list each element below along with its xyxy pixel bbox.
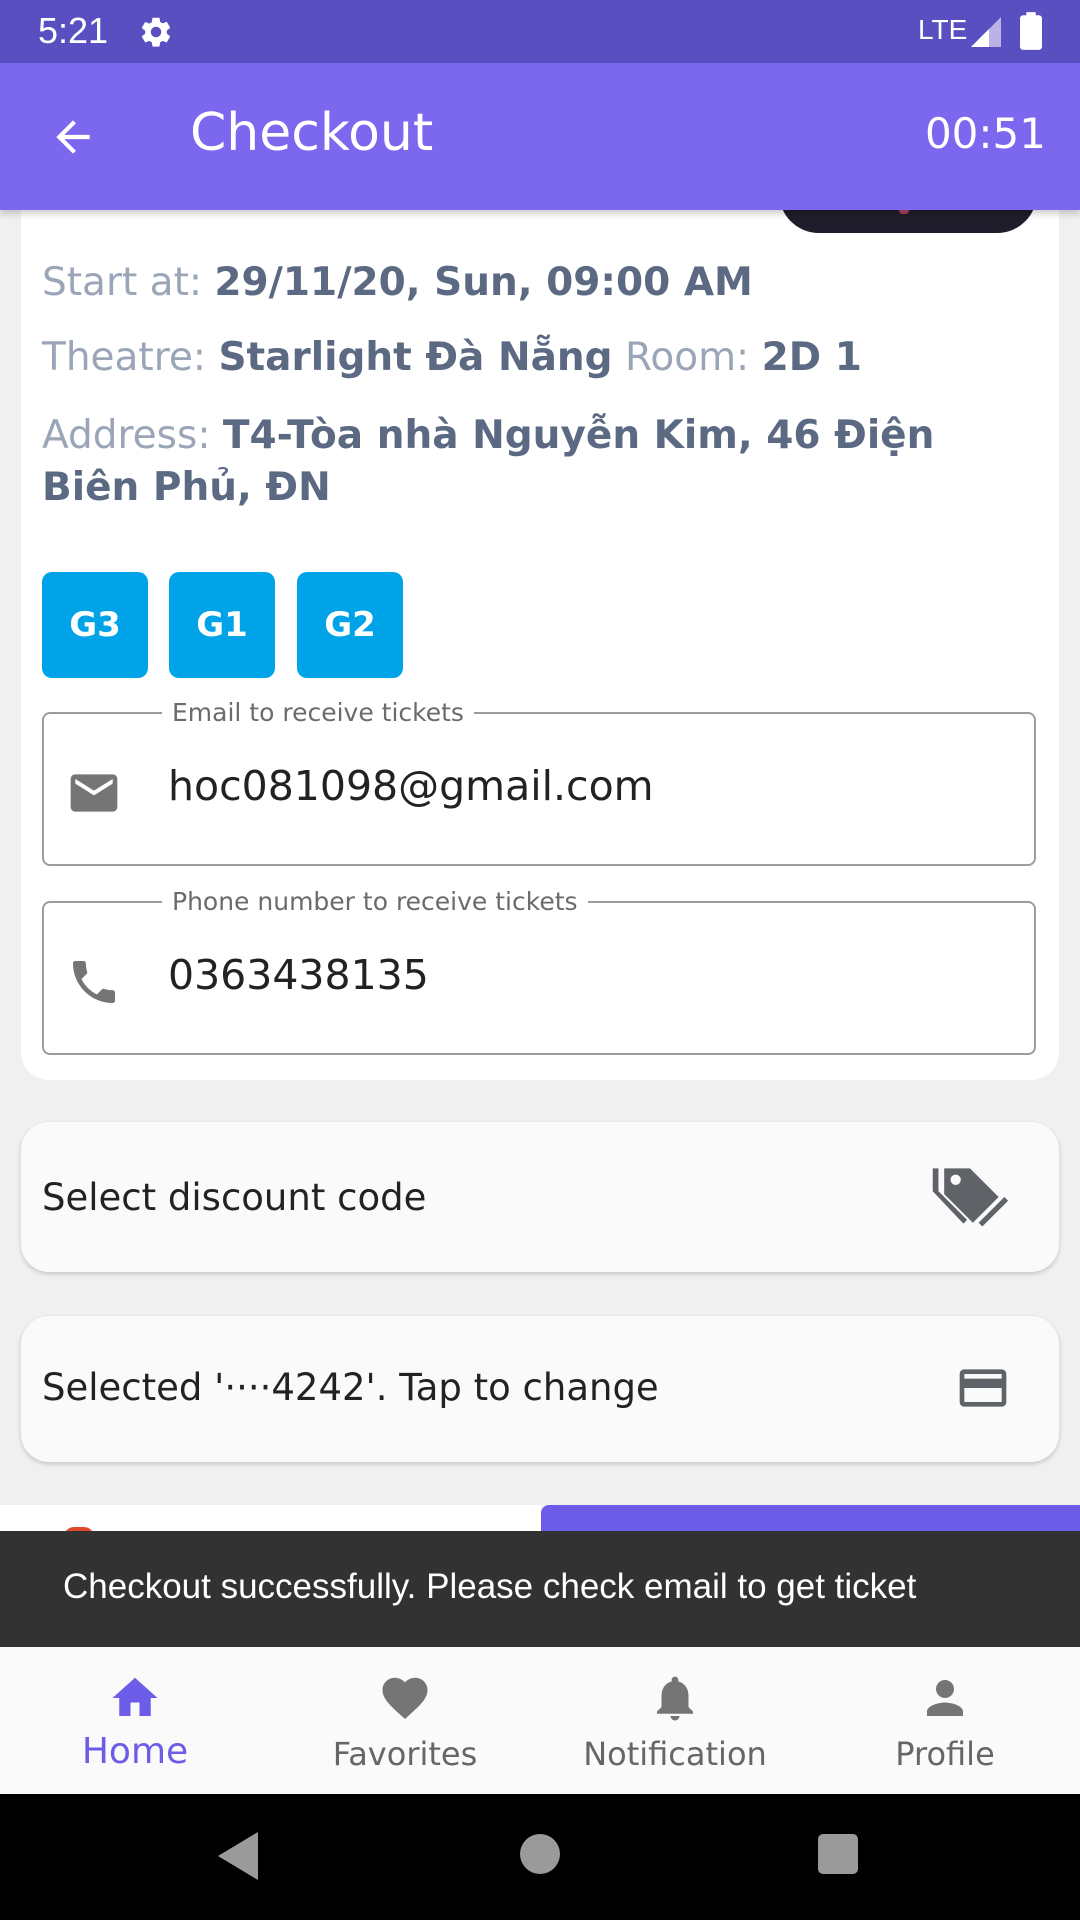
nav-label-favorites: Favorites [332,1735,478,1773]
system-back-icon[interactable] [214,1830,260,1882]
start-value: 29/11/20, Sun, 09:00 AM [214,260,753,305]
heart-icon [382,1677,428,1720]
theatre-label: Theatre: [42,335,207,380]
nav-label-notification: Notification [583,1735,767,1773]
start-label: Start at: [42,260,202,305]
snackbar-message: Checkout successfully. Please check emai… [63,1567,917,1606]
nav-label-home: Home [81,1731,189,1772]
address-label: Address: [42,413,211,458]
room-value: 2D 1 [761,335,862,380]
email-field[interactable]: Email to receive tickets hoc081098@gmail… [42,698,1036,866]
email-field-label: Email to receive tickets [162,698,474,727]
snackbar: Checkout successfully. Please check emai… [0,1531,1080,1647]
network-type: LTE [918,14,968,45]
theatre-value: Starlight Đà Nẵng [218,335,613,380]
discount-code-label: Select discount code [42,1176,427,1219]
payment-card-label: Selected '····4242'. Tap to change [42,1366,659,1409]
bottom-navigation: Home Favorites Notification Profile [0,1647,1080,1794]
start-time-row: Start at: 29/11/20, Sun, 09:00 AM [42,260,753,305]
phone-field[interactable]: Phone number to receive tickets 03634381… [42,887,1036,1055]
nav-item-notification[interactable]: Notification [540,1647,810,1794]
phone-input[interactable]: 0363438135 [168,951,429,999]
seat-chip: G1 [169,572,275,678]
address-row: Address: T4-Tòa nhà Nguyễn Kim, 46 Điện … [42,410,1042,514]
app-bar: Checkout 00:51 [0,63,1080,210]
theatre-row: Theatre: Starlight Đà Nẵng Room: 2D 1 [42,335,862,380]
countdown-timer: 00:51 [924,109,1046,158]
battery-icon [1020,12,1042,50]
status-bar: 5:21 LTE [0,0,1080,63]
seat-chip: G2 [297,572,403,678]
payment-card-button[interactable]: Selected '····4242'. Tap to change [21,1316,1059,1462]
phone-icon [73,961,115,1003]
email-input[interactable]: hoc081098@gmail.com [168,762,654,810]
signal-icon [971,17,1001,47]
contact-card: Email to receive tickets hoc081098@gmail… [21,692,1059,1080]
seat-chip: G3 [42,572,148,678]
nav-label-profile: Profile [895,1735,995,1773]
nav-item-profile[interactable]: Profile [810,1647,1080,1794]
phone-field-label: Phone number to receive tickets [162,887,588,916]
room-label: Room: [625,335,750,380]
settings-gear-icon [141,17,171,47]
checkout-button[interactable] [541,1505,1080,1531]
checkout-content[interactable]: Start at: 29/11/20, Sun, 09:00 AM Theatr… [0,210,1080,1530]
discount-code-button[interactable]: Select discount code [21,1122,1059,1272]
credit-card-icon [959,1369,1007,1407]
back-arrow-icon[interactable] [48,112,98,162]
home-icon [112,1677,158,1716]
page-title: Checkout [190,103,434,163]
person-icon [927,1680,963,1716]
status-time: 5:21 [38,10,109,51]
email-icon [70,774,118,812]
bell-icon [657,1676,693,1721]
system-navigation-bar [0,1794,1080,1920]
nav-item-home[interactable]: Home [0,1647,270,1794]
movie-poster [779,210,1037,233]
tags-icon [932,1168,1009,1227]
system-home-icon[interactable] [520,1834,560,1874]
system-recents-icon[interactable] [818,1834,858,1874]
nav-item-favorites[interactable]: Favorites [270,1647,540,1794]
